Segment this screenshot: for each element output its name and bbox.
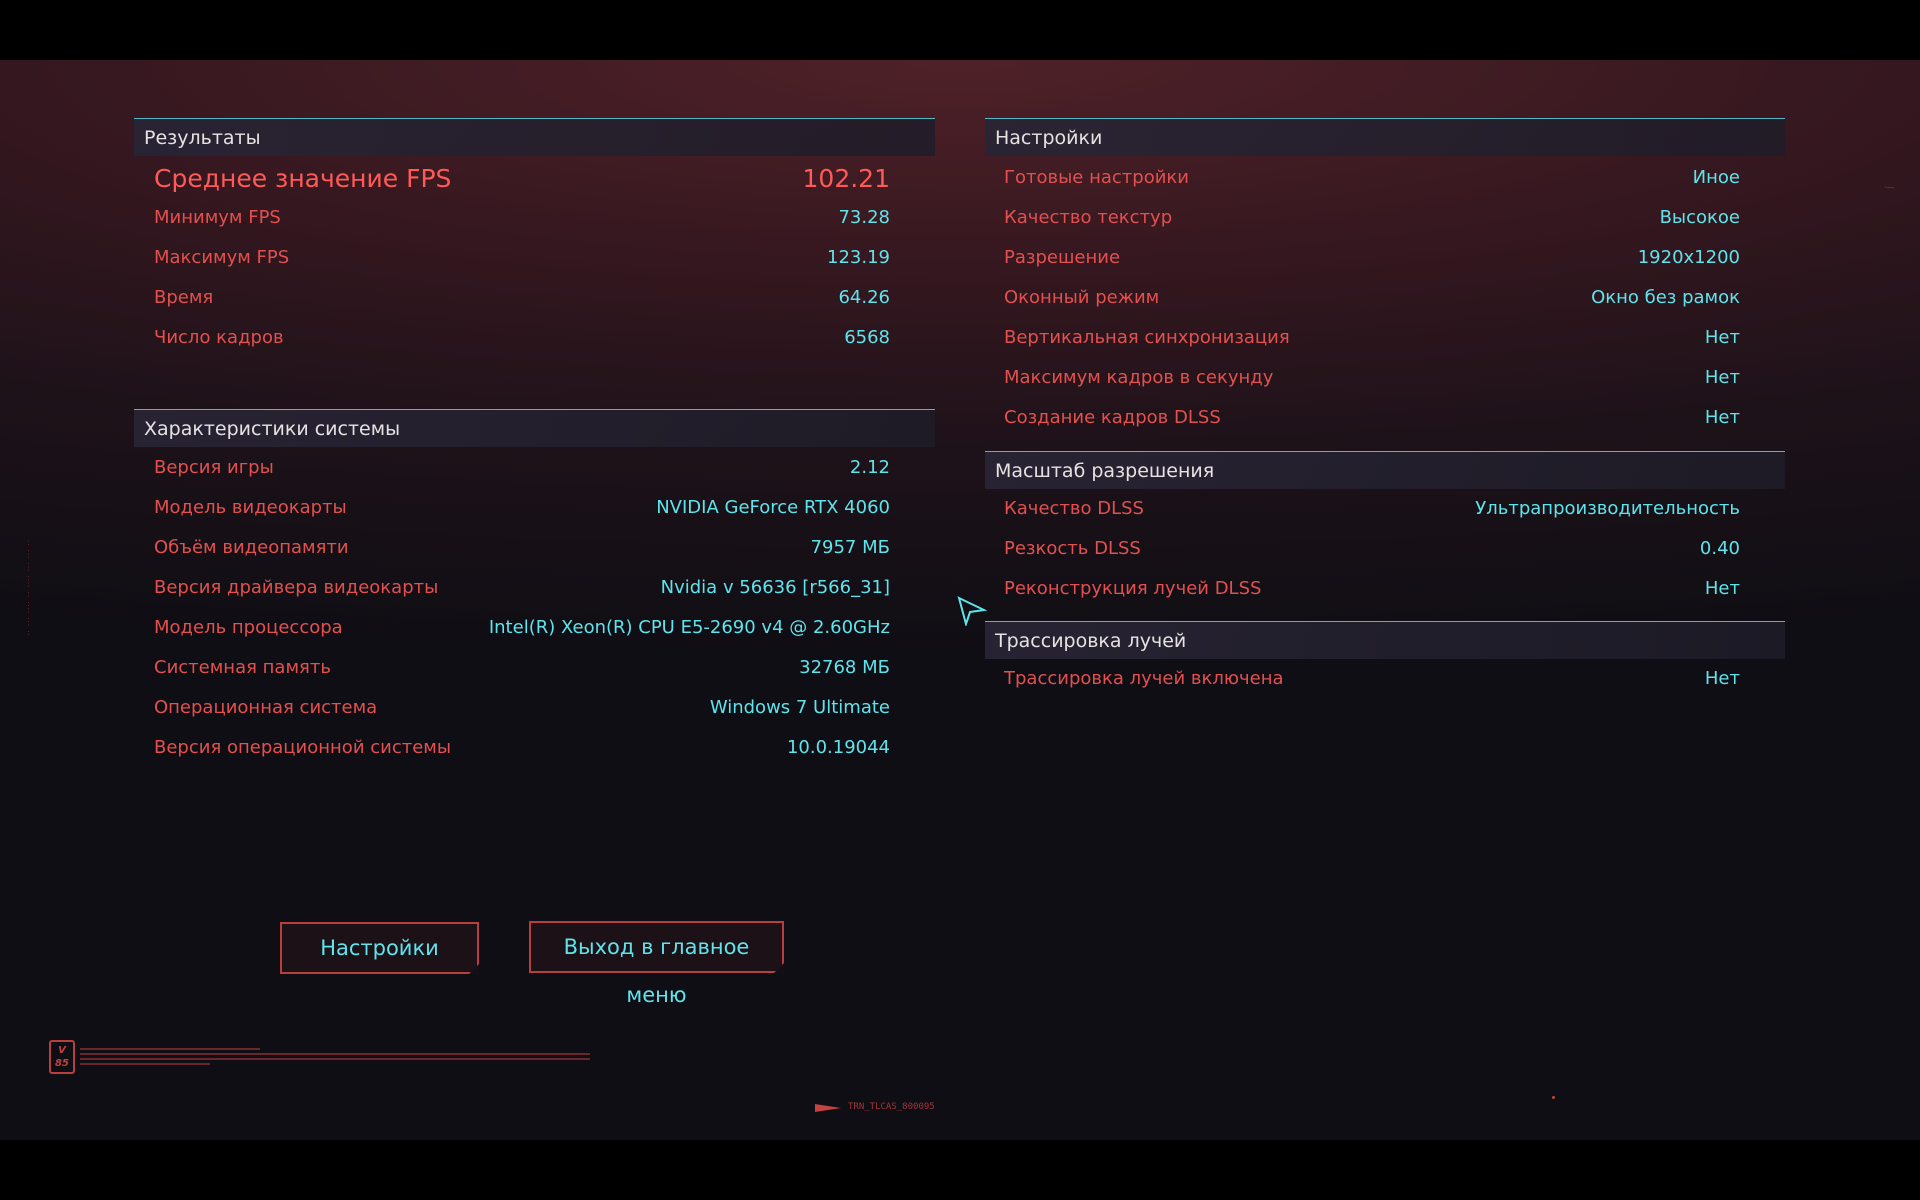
settings-label: Создание кадров DLSS bbox=[1004, 407, 1221, 428]
scaling-value: Ультрапроизводительность bbox=[1475, 498, 1740, 519]
stat-label: Минимум FPS bbox=[154, 207, 281, 228]
settings-button[interactable]: Настройки bbox=[280, 922, 479, 974]
system-row: Системная память 32768 МБ bbox=[154, 653, 890, 683]
system-value: Intel(R) Xeon(R) CPU E5-2690 v4 @ 2.60GH… bbox=[488, 617, 890, 638]
scaling-row: Резкость DLSS 0.40 bbox=[1004, 534, 1740, 564]
scaling-label: Реконструкция лучей DLSS bbox=[1004, 578, 1262, 599]
system-label: Версия драйвера видеокарты bbox=[154, 577, 439, 598]
settings-value: Окно без рамок bbox=[1591, 287, 1740, 308]
mouse-cursor-icon bbox=[957, 596, 987, 626]
system-row: Модель процессора Intel(R) Xeon(R) CPU E… bbox=[154, 613, 890, 643]
settings-value: Иное bbox=[1692, 167, 1740, 188]
system-label: Операционная система bbox=[154, 697, 378, 718]
stat-value: 73.28 bbox=[838, 207, 890, 228]
settings-row: Качество текстур Высокое bbox=[1004, 203, 1740, 233]
raytracing-row: Трассировка лучей включена Нет bbox=[1004, 664, 1740, 694]
system-value: NVIDIA GeForce RTX 4060 bbox=[656, 497, 890, 518]
system-row: Версия операционной системы 10.0.19044 bbox=[154, 733, 890, 763]
letterbox-bottom bbox=[0, 1140, 1920, 1200]
settings-row: Разрешение 1920x1200 bbox=[1004, 243, 1740, 273]
settings-value: Нет bbox=[1704, 367, 1740, 388]
system-row: Операционная система Windows 7 Ultimate bbox=[154, 693, 890, 723]
version-logo-icon: V 85 bbox=[49, 1040, 75, 1074]
stat-value: 6568 bbox=[844, 327, 890, 348]
system-label: Модель процессора bbox=[154, 617, 343, 638]
system-value: 10.0.19044 bbox=[786, 737, 890, 758]
settings-label: Готовые настройки bbox=[1004, 167, 1189, 188]
system-row: Объём видеопамяти 7957 МБ bbox=[154, 533, 890, 563]
build-tag: TRN_TLCAS_800095 bbox=[848, 1102, 935, 1112]
decor-dot bbox=[1552, 1096, 1555, 1099]
letterbox-top bbox=[0, 0, 1920, 60]
settings-row: Оконный режим Окно без рамок bbox=[1004, 283, 1740, 313]
stat-value: 123.19 bbox=[827, 247, 890, 268]
scaling-label: Резкость DLSS bbox=[1004, 538, 1141, 559]
settings-header: Настройки bbox=[985, 118, 1785, 156]
system-row: Модель видеокарты NVIDIA GeForce RTX 406… bbox=[154, 493, 890, 523]
system-label: Модель видеокарты bbox=[154, 497, 347, 518]
system-label: Объём видеопамяти bbox=[154, 537, 349, 558]
settings-button-label: Настройки bbox=[320, 936, 439, 960]
settings-value: Нет bbox=[1704, 407, 1740, 428]
settings-label: Максимум кадров в секунду bbox=[1004, 367, 1274, 388]
build-tag-arrow-icon bbox=[815, 1104, 841, 1112]
settings-label: Разрешение bbox=[1004, 247, 1121, 268]
stat-label: Максимум FPS bbox=[154, 247, 290, 268]
system-label: Системная память bbox=[154, 657, 331, 678]
settings-label: Вертикальная синхронизация bbox=[1004, 327, 1290, 348]
scaling-value: Нет bbox=[1704, 578, 1740, 599]
raytracing-value: Нет bbox=[1704, 668, 1740, 689]
raytracing-header: Трассировка лучей bbox=[985, 621, 1785, 659]
system-row: Версия драйвера видеокарты Nvidia v 5663… bbox=[154, 573, 890, 603]
stat-label: Время bbox=[154, 287, 214, 308]
system-value: 32768 МБ bbox=[799, 657, 890, 678]
button-corner-notch bbox=[774, 963, 784, 973]
system-row: Версия игры 2.12 bbox=[154, 453, 890, 483]
settings-label: Качество текстур bbox=[1004, 207, 1173, 228]
system-value: 2.12 bbox=[849, 457, 890, 478]
scaling-label: Качество DLSS bbox=[1004, 498, 1144, 519]
stat-value: 64.26 bbox=[838, 287, 890, 308]
scaling-row: Качество DLSS Ультрапроизводительность bbox=[1004, 494, 1740, 524]
settings-value: Нет bbox=[1704, 327, 1740, 348]
system-header: Характеристики системы bbox=[134, 409, 935, 447]
settings-value: 1920x1200 bbox=[1637, 247, 1740, 268]
stat-row: Время 64.26 bbox=[154, 283, 890, 313]
system-value: Nvidia v 56636 [r566_31] bbox=[660, 577, 890, 598]
scaling-row: Реконструкция лучей DLSS Нет bbox=[1004, 574, 1740, 604]
side-hud-text: ·· ··· ··· ···· ·· ···· ··· ·· bbox=[24, 540, 32, 637]
stat-label: Число кадров bbox=[154, 327, 284, 348]
system-label: Версия игры bbox=[154, 457, 274, 478]
button-corner-notch bbox=[469, 964, 479, 974]
stat-row: Число кадров 6568 bbox=[154, 323, 890, 353]
settings-value: Высокое bbox=[1659, 207, 1740, 228]
raytracing-label: Трассировка лучей включена bbox=[1004, 668, 1284, 689]
avg-fps-row: Среднее значение FPS 102.21 bbox=[154, 162, 890, 196]
stat-row: Минимум FPS 73.28 bbox=[154, 203, 890, 233]
settings-row: Вертикальная синхронизация Нет bbox=[1004, 323, 1740, 353]
system-label: Версия операционной системы bbox=[154, 737, 452, 758]
results-header: Результаты bbox=[134, 118, 935, 156]
exit-main-menu-button[interactable]: Выход в главное меню bbox=[529, 921, 784, 1007]
avg-fps-value: 102.21 bbox=[802, 164, 890, 193]
system-value: 7957 МБ bbox=[810, 537, 890, 558]
stat-row: Максимум FPS 123.19 bbox=[154, 243, 890, 273]
scaling-header: Масштаб разрешения bbox=[985, 451, 1785, 489]
legal-fine-print bbox=[80, 1048, 590, 1065]
corner-hud-mark: ·— bbox=[1884, 183, 1895, 192]
system-value: Windows 7 Ultimate bbox=[709, 697, 890, 718]
settings-row: Готовые настройки Иное bbox=[1004, 163, 1740, 193]
scaling-value: 0.40 bbox=[1699, 538, 1740, 559]
settings-row: Создание кадров DLSS Нет bbox=[1004, 403, 1740, 433]
settings-row: Максимум кадров в секунду Нет bbox=[1004, 363, 1740, 393]
settings-label: Оконный режим bbox=[1004, 287, 1160, 308]
avg-fps-label: Среднее значение FPS bbox=[154, 164, 452, 193]
